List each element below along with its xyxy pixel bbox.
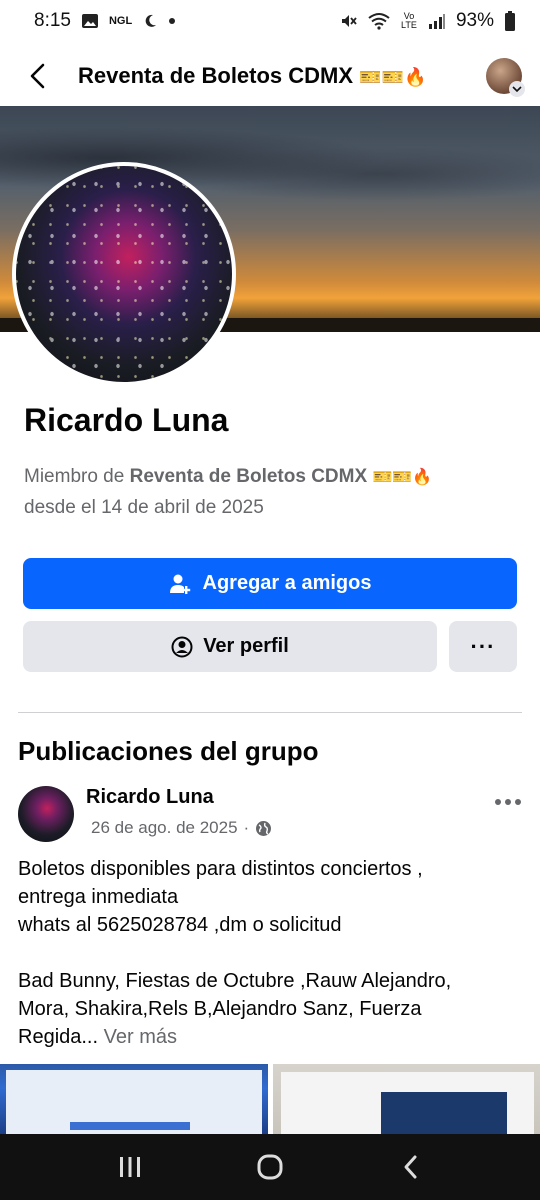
battery-icon: [504, 11, 516, 31]
status-left: 8:15 NGL: [34, 10, 176, 32]
moon-icon: [142, 13, 158, 29]
view-profile-label: Ver perfil: [203, 635, 289, 657]
gallery-icon: [81, 12, 99, 30]
globe-icon: [255, 820, 272, 837]
dot-icon: [168, 17, 176, 25]
post-author-avatar[interactable]: [18, 786, 74, 842]
battery-percent: 93%: [455, 10, 494, 31]
post-line-truncated: Regida...: [18, 1026, 99, 1048]
post-image[interactable]: [0, 1064, 268, 1134]
profile-name: Ricardo Luna: [24, 402, 229, 438]
status-time: 8:15: [34, 10, 71, 31]
status-right: Vo LTE 93%: [340, 10, 516, 32]
post-image[interactable]: [272, 1064, 540, 1134]
back-nav-icon[interactable]: [380, 1142, 440, 1192]
post-line: whats al 5625028784 ,dm o solicitud: [18, 914, 342, 936]
ngl-badge: NGL: [108, 15, 133, 27]
view-profile-button[interactable]: Ver perfil: [23, 621, 437, 672]
see-more-link[interactable]: Ver más: [98, 1026, 177, 1048]
more-options-button[interactable]: ···: [449, 621, 517, 672]
section-title: Publicaciones del grupo: [18, 736, 319, 766]
post-meta: 26 de ago. de 2025 ·: [91, 818, 272, 838]
post-line: Boletos disponibles para distintos conci…: [18, 858, 423, 880]
post-blank-line: [18, 939, 518, 967]
post-line: entrega inmediata: [18, 886, 179, 908]
wifi-icon: [368, 12, 390, 30]
more-options-label: ···: [470, 633, 496, 659]
signal-icon: [428, 13, 446, 29]
group-title-text: Reventa de Boletos CDMX: [78, 63, 354, 88]
post-author-name[interactable]: Ricardo Luna: [86, 786, 214, 809]
post-line-last: Regida... Ver más: [18, 1023, 518, 1051]
post-images: [0, 1064, 540, 1134]
post-meta-separator: ·: [243, 818, 250, 837]
member-prefix: Miembro de: [24, 466, 130, 487]
recent-apps-icon[interactable]: [100, 1142, 160, 1192]
volte-label: Vo LTE: [401, 11, 417, 30]
home-icon[interactable]: [240, 1142, 300, 1192]
profile-picture-lights: [16, 166, 232, 382]
account-avatar[interactable]: [486, 58, 525, 97]
back-arrow-icon[interactable]: [18, 56, 58, 96]
chevron-down-icon: [509, 81, 525, 97]
post-image-bar: [70, 1122, 190, 1130]
post-date[interactable]: 26 de ago. de 2025: [91, 818, 238, 838]
add-friend-label: Agregar a amigos: [202, 572, 372, 594]
group-title-emoji: 🎫🎫🔥: [359, 67, 427, 87]
member-group-name[interactable]: Reventa de Boletos CDMX: [130, 466, 368, 487]
user-circle-icon: [171, 636, 193, 658]
post-line: Mora, Shakira,Rels B,Alejandro Sanz, Fue…: [18, 998, 422, 1020]
post-options-button[interactable]: [494, 782, 522, 813]
membership-info: Miembro de Reventa de Boletos CDMX 🎫🎫🔥 d…: [24, 462, 514, 523]
status-bar: 8:15 NGL Vo LTE 93%: [0, 0, 540, 42]
mute-icon: [340, 12, 358, 30]
add-friend-button[interactable]: Agregar a amigos: [23, 558, 517, 609]
top-bar: Reventa de Boletos CDMX 🎫🎫🔥: [0, 46, 540, 106]
add-friend-icon: [169, 573, 193, 595]
profile-picture[interactable]: [12, 162, 236, 386]
group-title[interactable]: Reventa de Boletos CDMX 🎫🎫🔥: [78, 63, 486, 89]
post-image-card: [380, 1092, 507, 1134]
post-line: Bad Bunny, Fiestas de Octubre ,Rauw Alej…: [18, 970, 452, 992]
section-divider: [18, 712, 522, 713]
member-since: desde el 14 de abril de 2025: [24, 497, 264, 518]
system-nav-bar: [0, 1134, 540, 1200]
member-group-emoji: 🎫🎫🔥: [372, 469, 433, 486]
post-body: Boletos disponibles para distintos conci…: [18, 855, 518, 1051]
